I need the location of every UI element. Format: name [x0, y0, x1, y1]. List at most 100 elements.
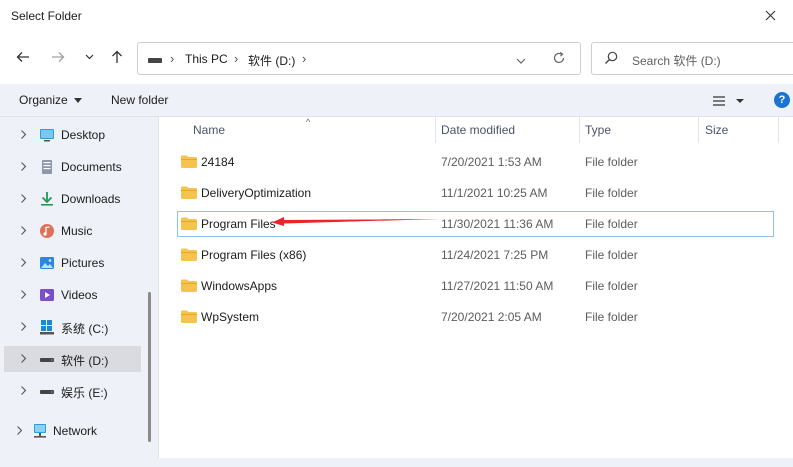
nav-scrollbar[interactable] — [148, 292, 151, 442]
search-input[interactable]: Search 软件 (D:) — [591, 42, 793, 75]
file-row[interactable]: 24184 7/20/2021 1:53 AM File folder — [177, 149, 774, 175]
file-name: Program Files (x86) — [201, 248, 307, 262]
view-options-button[interactable] — [712, 93, 748, 109]
drive-icon — [40, 390, 54, 394]
title-bar: Select Folder — [0, 0, 793, 32]
file-row[interactable]: Program Files (x86) 11/24/2021 7:25 PM F… — [177, 242, 774, 268]
chevron-down-icon — [516, 58, 526, 64]
chevron-right-icon — [21, 290, 27, 299]
folder-icon — [181, 279, 197, 292]
navigation-bar: › This PC › 软件 (D:) › Search 软件 (D:) — [0, 32, 793, 84]
window-title: Select Folder — [11, 9, 82, 23]
close-icon — [765, 10, 775, 20]
search-placeholder: Search 软件 (D:) — [632, 54, 721, 68]
file-name: 24184 — [201, 155, 235, 169]
file-type: File folder — [585, 155, 638, 169]
nav-label: Music — [61, 224, 93, 238]
file-type: File folder — [585, 279, 638, 293]
column-header-date[interactable]: Date modified — [441, 123, 515, 137]
nav-item-desktop[interactable]: Desktop — [4, 122, 141, 148]
folder-icon — [181, 155, 197, 168]
chevron-right-icon — [17, 426, 23, 435]
nav-label: Downloads — [61, 192, 121, 206]
help-icon[interactable]: ? — [774, 92, 790, 108]
nav-item-videos[interactable]: Videos — [4, 282, 141, 308]
drive-icon — [148, 58, 162, 63]
chevron-right-icon — [21, 130, 27, 139]
column-header-name[interactable]: Name — [193, 123, 225, 137]
file-name: WindowsApps — [201, 279, 278, 293]
file-date: 11/1/2021 10:25 AM — [441, 186, 548, 200]
file-name: Program Files — [201, 217, 276, 231]
footer-strip — [0, 458, 793, 467]
arrow-right-icon — [52, 52, 65, 62]
chevron-down-icon — [85, 54, 93, 60]
nav-label: 软件 (D:) — [61, 354, 109, 368]
file-date: 7/20/2021 1:53 AM — [441, 155, 542, 169]
annotation-arrow — [272, 217, 440, 226]
organize-label: Organize — [19, 93, 68, 107]
nav-item-documents[interactable]: Documents — [4, 154, 141, 180]
address-bar[interactable]: › This PC › 软件 (D:) › — [137, 42, 581, 75]
column-divider[interactable] — [579, 117, 580, 143]
file-date: 7/20/2021 2:05 AM — [441, 310, 542, 324]
nav-item-music[interactable]: Music — [4, 218, 141, 244]
command-bar: Organize New folder — [0, 84, 793, 117]
breadcrumb-drive-d[interactable]: 软件 (D:) — [248, 52, 295, 69]
chevron-right-icon — [21, 258, 27, 267]
refresh-button[interactable] — [552, 51, 566, 68]
arrow-left-icon — [16, 52, 29, 62]
nav-label: Desktop — [61, 128, 106, 142]
sort-ascending-icon: ^ — [306, 117, 311, 127]
file-row[interactable]: DeliveryOptimization 11/1/2021 10:25 AM … — [177, 180, 774, 206]
nav-item-drive-e[interactable]: 娱乐 (E:) — [4, 378, 141, 404]
chevron-right-icon — [21, 194, 27, 203]
nav-label: 娱乐 (E:) — [61, 386, 108, 400]
drive-icon — [40, 358, 54, 362]
new-folder-button[interactable]: New folder — [111, 93, 168, 107]
recent-locations-button[interactable] — [76, 44, 102, 70]
column-divider[interactable] — [778, 117, 779, 143]
nav-label: Videos — [61, 288, 98, 302]
column-divider[interactable] — [435, 117, 436, 143]
file-type: File folder — [585, 310, 638, 324]
chevron-right-icon — [21, 354, 27, 363]
forward-button[interactable] — [45, 44, 71, 70]
list-view-icon — [713, 96, 744, 106]
chevron-right-icon — [21, 226, 27, 235]
file-name: WpSystem — [201, 310, 260, 324]
nav-item-drive-d[interactable]: 软件 (D:) — [4, 346, 141, 372]
desktop-icon — [40, 129, 54, 142]
file-row-selected[interactable]: Program Files 11/30/2021 11:36 AM File f… — [177, 211, 774, 237]
nav-item-downloads[interactable]: Downloads — [4, 186, 141, 212]
file-row[interactable]: WpSystem 7/20/2021 2:05 AM File folder — [177, 304, 774, 330]
pictures-icon — [40, 257, 54, 269]
breadcrumb-this-pc[interactable]: This PC — [185, 52, 228, 66]
up-button[interactable] — [104, 44, 130, 70]
column-header-type[interactable]: Type — [585, 123, 611, 137]
nav-label: Network — [53, 424, 98, 438]
folder-icon — [181, 310, 197, 323]
downloads-icon — [41, 192, 53, 206]
file-date: 11/27/2021 11:50 AM — [441, 279, 554, 293]
arrow-up-icon — [112, 50, 122, 63]
file-row[interactable]: WindowsApps 11/27/2021 11:50 AM File fol… — [177, 273, 774, 299]
nav-item-pictures[interactable]: Pictures — [4, 250, 141, 276]
windows-drive-icon — [40, 320, 54, 335]
nav-label: Pictures — [61, 256, 105, 270]
breadcrumb-separator: › — [170, 51, 175, 66]
column-divider[interactable] — [698, 117, 699, 143]
nav-item-network[interactable]: Network — [4, 418, 141, 444]
column-header-size[interactable]: Size — [705, 123, 728, 137]
breadcrumb-separator: › — [234, 51, 239, 66]
close-button[interactable] — [747, 0, 793, 30]
file-date: 11/30/2021 11:36 AM — [441, 217, 554, 231]
organize-button[interactable]: Organize — [19, 93, 82, 107]
address-dropdown-button[interactable] — [516, 53, 526, 67]
back-button[interactable] — [10, 44, 36, 70]
caret-down-icon — [73, 98, 82, 104]
nav-item-drive-c[interactable]: 系统 (C:) — [4, 314, 141, 340]
folder-icon — [181, 248, 197, 261]
file-name: DeliveryOptimization — [201, 186, 312, 200]
music-icon — [40, 224, 54, 238]
